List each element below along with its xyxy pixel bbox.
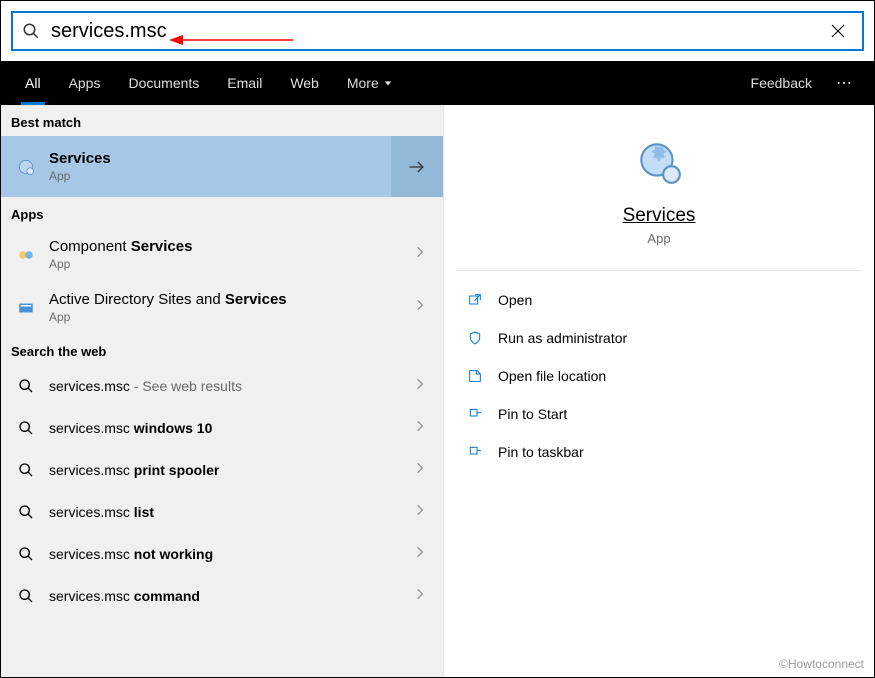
web-result[interactable]: services.msc print spooler [1,449,443,491]
clear-button[interactable] [814,22,862,40]
section-search-web: Search the web [1,334,443,365]
services-large-icon [634,137,684,187]
search-icon [13,22,49,40]
result-title: Services [49,150,381,167]
chevron-right-icon [407,377,433,396]
chevron-right-icon [407,245,433,264]
action-label: Open file location [498,368,606,384]
result-sub: App [49,257,407,271]
action-open-file-location[interactable]: Open file location [444,357,874,395]
search-input[interactable] [49,13,814,49]
more-options-button[interactable]: ⋯ [826,73,864,93]
component-services-icon [15,244,37,266]
web-result[interactable]: services.msc list [1,491,443,533]
action-label: Run as administrator [498,330,627,346]
action-label: Pin to Start [498,406,567,422]
action-icon [466,329,484,347]
preview-sub: App [444,231,874,246]
filter-tabs-bar: All Apps Documents Email Web More Feedba… [1,61,874,105]
result-title: services.msc not working [49,546,407,562]
action-label: Open [498,292,532,308]
chevron-down-icon [383,75,393,91]
tab-apps[interactable]: Apps [55,61,115,105]
action-icon [466,405,484,423]
section-apps: Apps [1,197,443,228]
search-icon [15,501,37,523]
app-result-component-services[interactable]: Component Services App [1,228,443,281]
footer-credit: ©Howtoconnect [779,657,864,671]
action-open[interactable]: Open [444,281,874,319]
tab-documents[interactable]: Documents [114,61,213,105]
services-app-icon [15,156,37,178]
search-icon [15,543,37,565]
action-icon [466,443,484,461]
open-best-match-button[interactable] [391,136,443,197]
feedback-link[interactable]: Feedback [737,75,826,91]
result-title: services.msc command [49,588,407,604]
web-result[interactable]: services.msc - See web results [1,365,443,407]
chevron-right-icon [407,298,433,317]
chevron-right-icon [407,545,433,564]
ad-sites-icon [15,297,37,319]
chevron-right-icon [407,419,433,438]
web-result[interactable]: services.msc not working [1,533,443,575]
web-result[interactable]: services.msc command [1,575,443,617]
search-icon [15,417,37,439]
result-title: services.msc windows 10 [49,420,407,436]
result-title: services.msc list [49,504,407,520]
tab-all[interactable]: All [11,61,55,105]
chevron-right-icon [407,503,433,522]
result-sub: App [49,169,381,183]
chevron-right-icon [407,587,433,606]
results-pane: Best match Services App Apps Componen [1,105,443,677]
result-title: services.msc print spooler [49,462,407,478]
result-sub: App [49,310,407,324]
web-result[interactable]: services.msc windows 10 [1,407,443,449]
search-icon [15,585,37,607]
tab-web[interactable]: Web [276,61,333,105]
tab-more[interactable]: More [333,61,407,105]
action-pin-to-taskbar[interactable]: Pin to taskbar [444,433,874,471]
result-title: Active Directory Sites and Services [49,291,407,308]
app-result-ad-sites-services[interactable]: Active Directory Sites and Services App [1,281,443,334]
action-pin-to-start[interactable]: Pin to Start [444,395,874,433]
result-title: services.msc - See web results [49,378,407,394]
chevron-right-icon [407,461,433,480]
best-match-result[interactable]: Services App [1,136,391,197]
search-bar [11,11,864,51]
search-icon [15,459,37,481]
action-icon [466,291,484,309]
preview-title[interactable]: Services [444,205,874,227]
action-run-as-administrator[interactable]: Run as administrator [444,319,874,357]
result-title: Component Services [49,238,407,255]
tab-email[interactable]: Email [213,61,276,105]
section-best-match: Best match [1,105,443,136]
search-icon [15,375,37,397]
action-icon [466,367,484,385]
preview-pane: Services App Open Run as administrator Ope… [443,105,874,677]
action-label: Pin to taskbar [498,444,584,460]
